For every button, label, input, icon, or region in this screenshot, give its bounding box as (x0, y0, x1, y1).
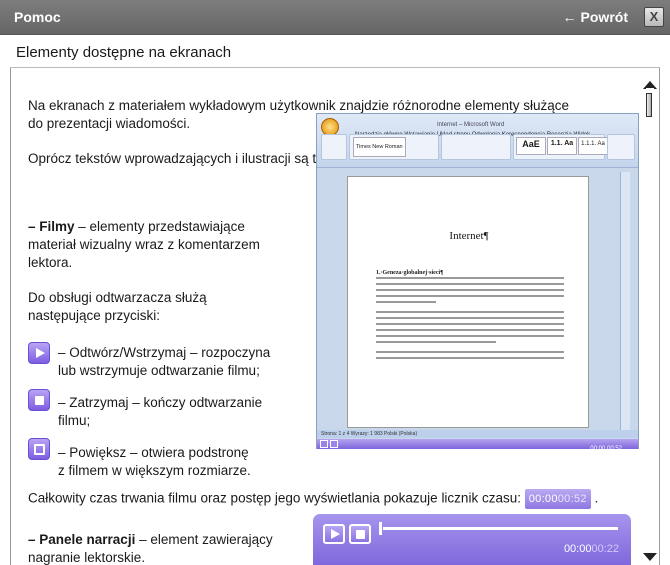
back-label: Powrót (580, 9, 628, 25)
window-title: Pomoc (14, 9, 61, 25)
controls-line-1: Do obsługi odtwarzacza służą (28, 290, 207, 305)
films-desc-1: – elementy przedstawiające (74, 219, 245, 234)
screenshot-scrollbar (620, 172, 630, 430)
narration-play-button[interactable] (323, 524, 345, 544)
timer-total: 00:52 (557, 493, 587, 505)
narration-time-total: 00:22 (591, 543, 619, 555)
films-paragraph: – Filmy – elementy przedstawiające (28, 218, 245, 236)
screenshot-player-time: 00:00 00:52 (590, 446, 622, 452)
back-arrow-icon: ← (562, 9, 577, 25)
narration-progress-track[interactable] (383, 527, 618, 530)
timer-suffix: . (594, 490, 599, 506)
screenshot-statusbar: Strona: 1 z 4 Wyrazy: 1 983 Polski (Pols… (317, 430, 638, 438)
stop-icon (356, 530, 365, 539)
films-desc-2: materiał wizualny wraz z komentarzem (28, 237, 260, 252)
close-button[interactable]: X (644, 7, 664, 27)
play-desc-2: lub wstrzymuje odtwarzanie filmu; (58, 363, 260, 378)
back-button[interactable]: ← Powrót (563, 9, 628, 25)
screenshot-player-bar: 00:00 00:52 (317, 439, 638, 452)
screenshot-style-1: AaE (516, 137, 546, 155)
zoom-desc-2: z filmem w większym rozmiarze. (58, 463, 251, 478)
narration-time-current: 00:00 (563, 543, 592, 555)
controls-line-2: następujące przyciski: (28, 308, 161, 323)
panels-term: – Panele narracji (28, 532, 136, 547)
scroll-thumb[interactable] (646, 93, 652, 117)
timer-line: Całkowity czas trwania filmu oraz postęp… (28, 490, 521, 506)
narration-panel: 00:0000:22 (313, 514, 631, 565)
paragraph-group (441, 134, 511, 160)
narration-time: 00:0000:22 (564, 540, 619, 558)
play-desc-1: – Odtwórz/Wstrzymaj – rozpoczyna (58, 345, 271, 360)
screenshot-style-2: 1.1. Aa (547, 137, 577, 155)
films-desc-3: lektora. (28, 255, 73, 270)
window-titlebar: Pomoc ← Powrót X (0, 0, 670, 35)
scroll-down-icon[interactable] (643, 553, 657, 561)
word-screenshot-image: Internet – Microsoft Word Narzędzia głów… (316, 113, 639, 452)
play-icon (331, 529, 340, 539)
editing-group (607, 134, 635, 160)
narration-progress-handle[interactable] (379, 522, 382, 535)
enlarge-icon (28, 438, 50, 460)
clipboard-group (321, 134, 347, 160)
document-page: Internet¶ 1.·Geneza·globalnej·sieci¶ (347, 176, 589, 428)
intro-line-2: do prezentacji wiadomości. (28, 116, 191, 131)
panels-paragraph: – Panele narracji – element zawierający (28, 531, 273, 549)
timer-badge: 00:0000:52 (524, 489, 591, 509)
panels-desc-1: – element zawierający (135, 532, 273, 547)
screenshot-doc-title: Internet¶ (449, 230, 489, 242)
stop-desc-2: filmu; (58, 413, 91, 428)
content-scrollbar[interactable] (640, 68, 660, 565)
panels-desc-2: nagranie lektorskie. (28, 550, 146, 565)
timer-current: 00:00 (528, 493, 558, 505)
zoom-desc-1: – Powiększ – otwiera podstronę (58, 445, 249, 460)
ribbon: Internet – Microsoft Word Narzędzia głów… (317, 114, 638, 168)
play-pause-icon (28, 342, 50, 364)
screenshot-font-name: Times New Roman (353, 137, 406, 157)
stop-desc-1: – Zatrzymaj – kończy odtwarzanie (58, 395, 263, 410)
also-line: Oprócz tekstów wprowadzających i ilustra… (28, 151, 364, 166)
narration-stop-button[interactable] (349, 524, 371, 544)
stop-icon (28, 389, 50, 411)
section-header: Elementy dostępne na ekranach (10, 35, 660, 68)
font-group: Times New Roman (349, 134, 439, 160)
screenshot-doc-heading: 1.·Geneza·globalnej·sieci¶ (376, 270, 444, 276)
films-term: – Filmy (28, 219, 75, 234)
screenshot-style-3: 1.1.1. Aa (578, 137, 608, 155)
section-title: Elementy dostępne na ekranach (16, 44, 232, 61)
timer-paragraph: Całkowity czas trwania filmu oraz postęp… (28, 489, 598, 509)
help-content: Na ekranach z materiałem wykładowym użyt… (10, 68, 640, 565)
